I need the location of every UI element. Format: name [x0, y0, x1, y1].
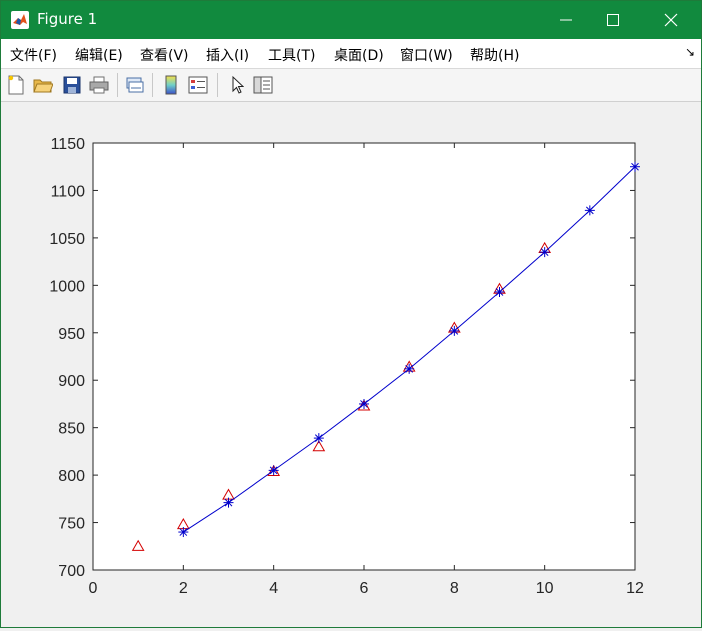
- figure-canvas: 0 2 4 6 8 10 12 700 750 800 850 900 950 1000 1050 1100 1…: [1, 102, 701, 627]
- y-tick-label: 1000: [49, 278, 85, 295]
- data-point-asterisk: [313, 433, 324, 444]
- menu-edit[interactable]: 编辑(E): [75, 45, 123, 65]
- menu-desktop[interactable]: 桌面(D): [334, 45, 384, 65]
- axes-background: [93, 143, 635, 570]
- menu-file[interactable]: 文件(F): [10, 45, 57, 65]
- x-tick-label: 10: [536, 580, 554, 597]
- data-point-asterisk: [268, 465, 279, 476]
- print-button[interactable]: [87, 73, 111, 97]
- matlab-logo-icon: [11, 11, 29, 29]
- property-editor-button[interactable]: [251, 73, 275, 97]
- data-point-asterisk: [539, 247, 550, 258]
- y-tick-label: 750: [58, 516, 85, 533]
- title-bar[interactable]: Figure 1: [1, 1, 701, 39]
- data-point-asterisk: [178, 527, 189, 538]
- toolbar: [1, 69, 701, 102]
- data-point-asterisk: [404, 363, 415, 374]
- data-point-asterisk: [584, 205, 595, 216]
- close-button[interactable]: [648, 1, 694, 39]
- colorbar-button[interactable]: [159, 73, 183, 97]
- y-tick-label: 700: [58, 563, 85, 580]
- minimize-button[interactable]: [543, 1, 589, 39]
- window-title: Figure 1: [37, 10, 98, 28]
- toolbar-separator: [152, 73, 153, 97]
- colorbar-icon: [165, 75, 177, 95]
- save-button[interactable]: [60, 73, 84, 97]
- print-icon: [89, 76, 109, 94]
- toolbar-separator: [117, 73, 118, 97]
- y-tick-label: 850: [58, 421, 85, 438]
- menu-view[interactable]: 查看(V): [140, 45, 189, 65]
- y-tick-label: 800: [58, 468, 85, 485]
- close-icon: [664, 13, 678, 27]
- legend-button[interactable]: [186, 73, 210, 97]
- maximize-icon: [607, 14, 619, 26]
- data-point-asterisk: [223, 497, 234, 508]
- y-tick-label: 900: [58, 373, 85, 390]
- new-figure-button[interactable]: [4, 73, 28, 97]
- link-plot-icon: [126, 77, 144, 93]
- chart: 0 2 4 6 8 10 12 700 750 800 850 900 950 1000 1050 1100 1…: [49, 136, 644, 597]
- toolbar-separator: [217, 73, 218, 97]
- x-tick-label: 4: [269, 580, 278, 597]
- open-file-button[interactable]: [31, 73, 55, 97]
- maximize-button[interactable]: [590, 1, 636, 39]
- x-tick-label: 6: [360, 580, 369, 597]
- figure-window: Figure 1 文件(F) 编辑(E) 查看(V) 插入(I) 工具(T) 桌…: [0, 0, 702, 628]
- save-icon: [63, 76, 81, 94]
- dock-arrow-icon[interactable]: ↘: [685, 45, 695, 59]
- y-tick-label: 950: [58, 326, 85, 343]
- menu-window[interactable]: 窗口(W): [400, 45, 453, 65]
- x-tick-label: 0: [89, 580, 98, 597]
- new-figure-icon: [8, 75, 24, 95]
- pointer-button[interactable]: [225, 73, 249, 97]
- data-point-asterisk: [449, 325, 460, 336]
- x-tick-label: 12: [626, 580, 644, 597]
- pointer-icon: [232, 75, 244, 94]
- property-editor-icon: [253, 76, 273, 94]
- menu-insert[interactable]: 插入(I): [206, 45, 249, 65]
- y-tick-label: 1150: [51, 136, 86, 153]
- menu-bar: 文件(F) 编辑(E) 查看(V) 插入(I) 工具(T) 桌面(D) 窗口(W…: [1, 39, 701, 69]
- menu-help[interactable]: 帮助(H): [470, 45, 519, 65]
- data-point-asterisk: [359, 398, 369, 409]
- x-tick-label: 8: [450, 580, 459, 597]
- menu-tools[interactable]: 工具(T): [268, 45, 315, 65]
- data-point-asterisk: [494, 286, 505, 297]
- legend-icon: [188, 76, 208, 94]
- x-tick-label: 2: [179, 580, 188, 597]
- y-tick-label: 1050: [49, 231, 85, 248]
- open-file-icon: [33, 79, 53, 93]
- y-tick-label: 1100: [51, 183, 86, 200]
- minimize-icon: [560, 19, 572, 21]
- link-plot-button[interactable]: [123, 73, 147, 97]
